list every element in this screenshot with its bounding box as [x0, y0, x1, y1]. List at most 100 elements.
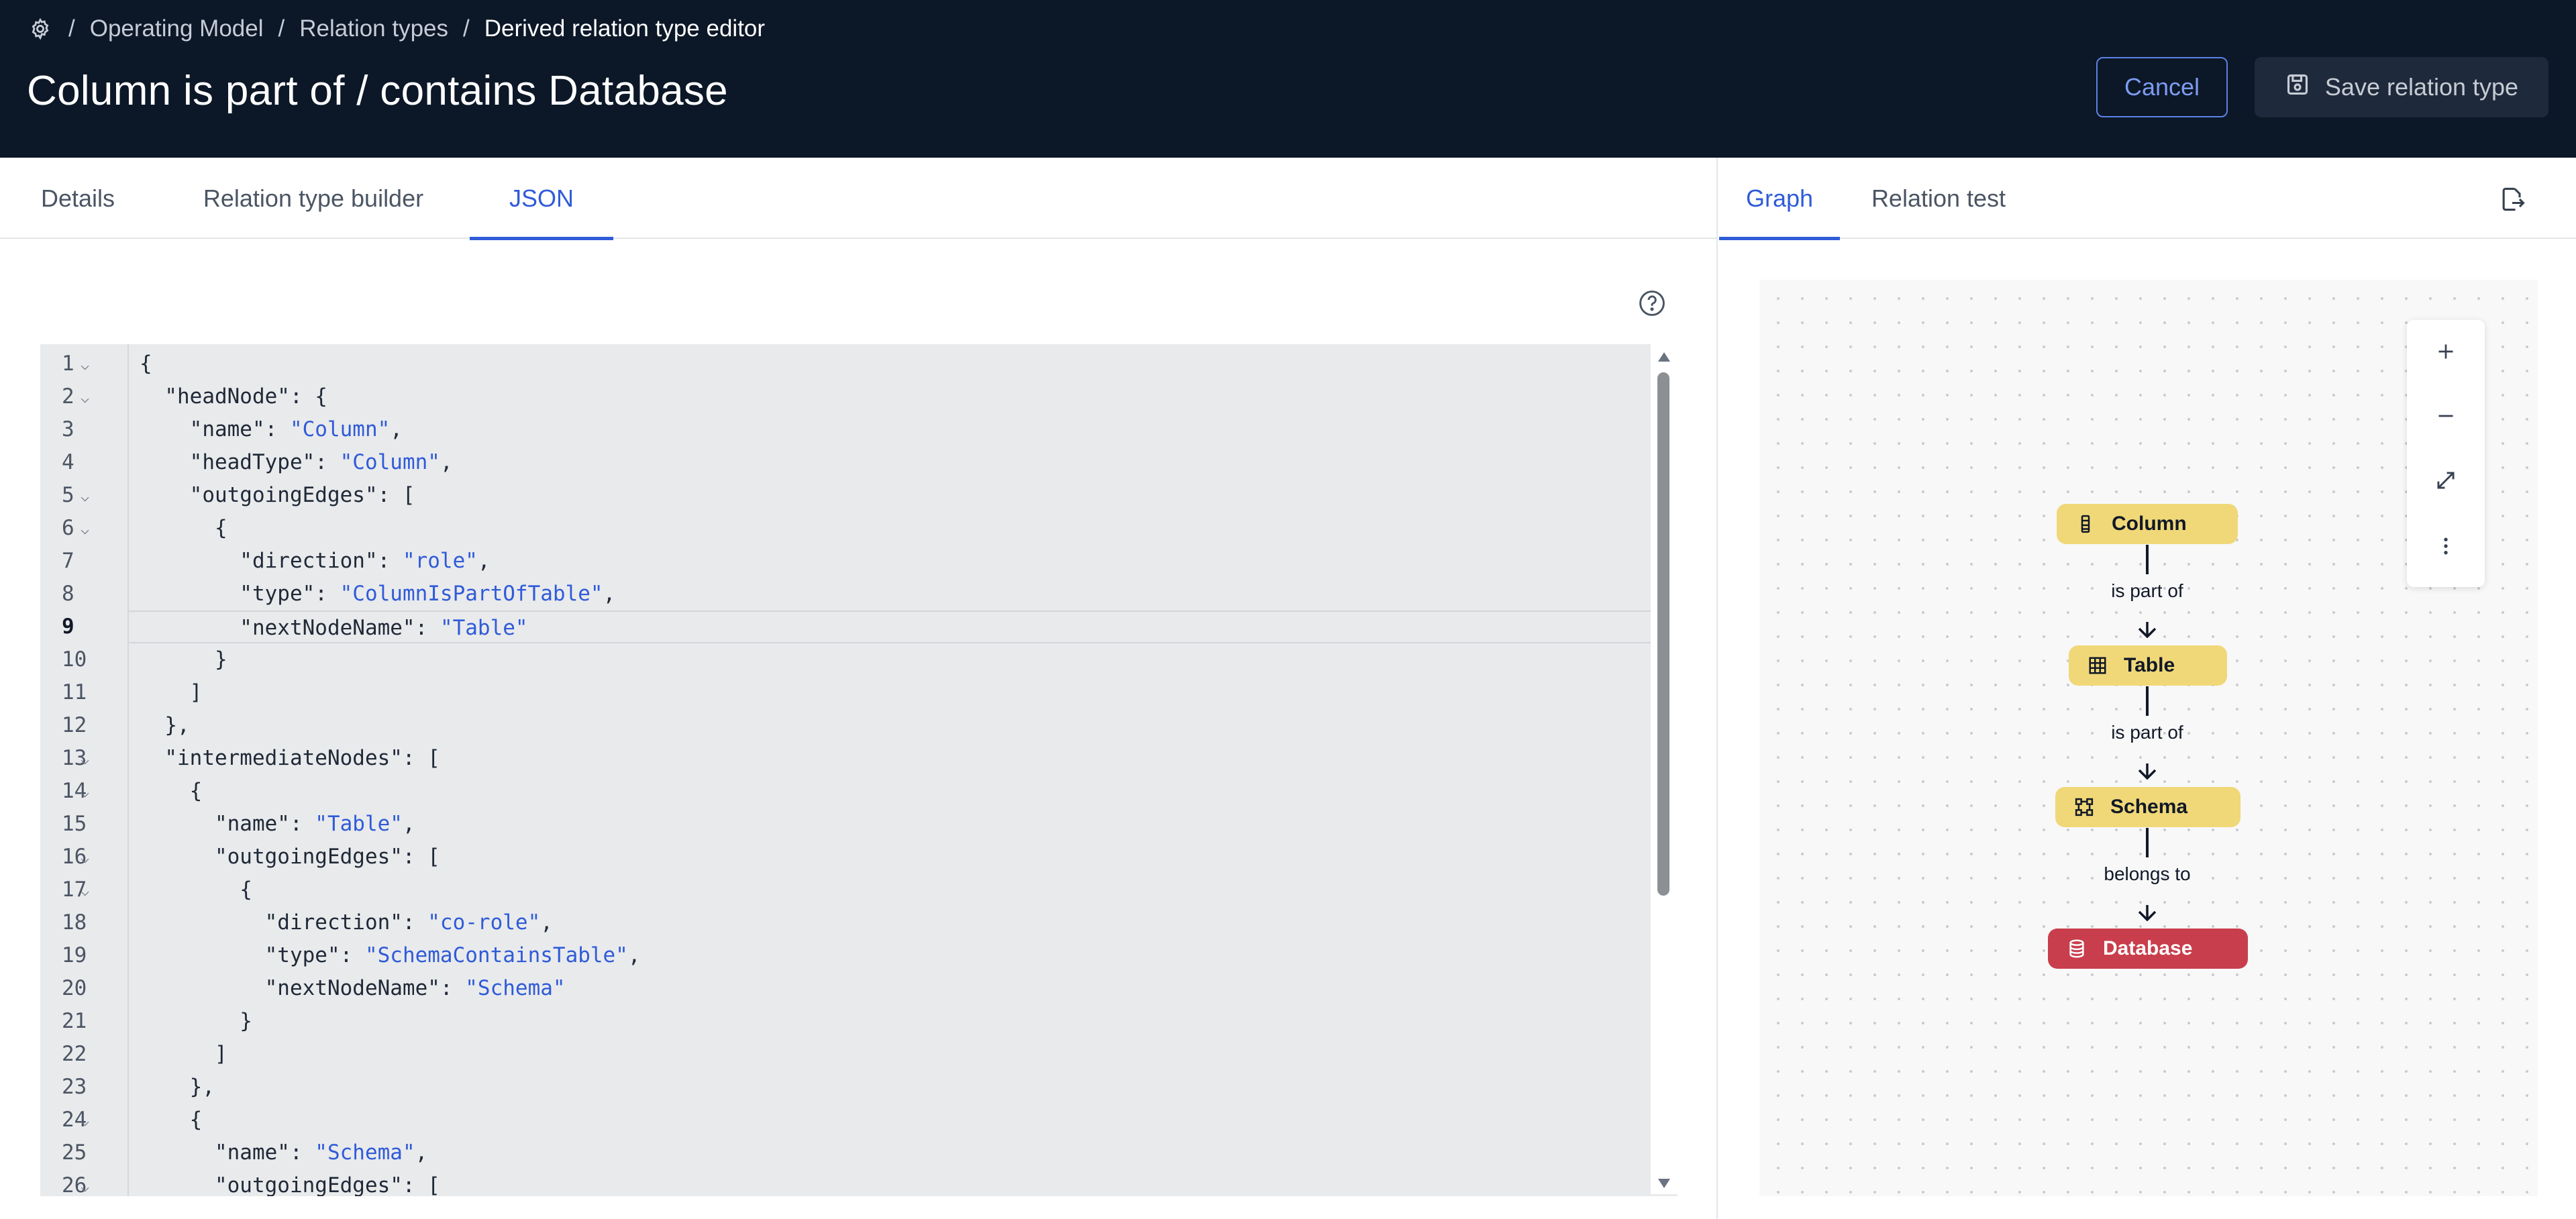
fold-chevron-icon[interactable]: ⌵	[81, 776, 89, 809]
code-line[interactable]: "nextNodeName": "Schema"	[129, 972, 1678, 1005]
code-line[interactable]: "headNode": {	[129, 380, 1678, 413]
code-string-literal: "Table"	[440, 616, 528, 640]
code-token: ,	[390, 417, 403, 441]
graph-node-schema[interactable]: Schema	[2055, 787, 2240, 827]
save-relation-type-button[interactable]: Save relation type	[2255, 57, 2548, 117]
code-line[interactable]: },	[129, 1071, 1678, 1104]
fold-chevron-icon[interactable]: ⌵	[81, 1105, 89, 1138]
code-line[interactable]: "name": "Schema",	[129, 1136, 1678, 1169]
line-number: 13 ⌵	[40, 742, 129, 775]
code-token: "headType":	[140, 450, 340, 474]
scroll-down-arrow-icon[interactable]	[1656, 1175, 1672, 1191]
line-number-text: 7	[62, 549, 74, 573]
code-area[interactable]: { "headNode": { "name": "Column", "headT…	[129, 344, 1678, 1196]
code-line[interactable]: "outgoingEdges": [	[129, 1169, 1678, 1196]
code-line[interactable]: }	[129, 1005, 1678, 1038]
code-line[interactable]: {	[129, 775, 1678, 808]
tab-relation-test[interactable]: Relation test	[1861, 158, 2016, 239]
arrow-down-icon	[2138, 622, 2157, 638]
editor-scrollbar-thumb[interactable]	[1657, 372, 1669, 896]
cancel-button[interactable]: Cancel	[2096, 57, 2228, 117]
code-token: ]	[140, 680, 203, 704]
gear-icon[interactable]	[27, 15, 54, 42]
line-number-text: 5	[62, 483, 74, 507]
line-number: 1 ⌵	[40, 348, 129, 380]
zoom-out-icon[interactable]	[2407, 384, 2485, 447]
line-number-text: 3	[62, 417, 74, 441]
graph-node-database[interactable]: Database	[2048, 929, 2248, 969]
arrow-down-icon	[2138, 763, 2157, 780]
line-number: 5 ⌵	[40, 479, 129, 512]
tab-graph[interactable]: Graph	[1719, 158, 1840, 240]
json-code-editor[interactable]: 1 ⌵ 2 ⌵ 3 4 5 ⌵ 6 ⌵ 7 8 9 10 11 12 13 ⌵ 14 ⌵ 15 16 ⌵ 17 ⌵ 18 19 20 2…	[40, 344, 1678, 1196]
code-token: "direction":	[140, 910, 428, 935]
line-number-text: 6	[62, 516, 74, 540]
help-icon[interactable]	[1637, 288, 1667, 318]
export-icon[interactable]	[2497, 184, 2527, 214]
graph-edge-label: is part of	[2111, 580, 2183, 601]
fold-chevron-icon[interactable]: ⌵	[81, 842, 89, 875]
code-token: "name":	[140, 417, 290, 441]
line-number: 4	[40, 446, 129, 479]
code-token: ,	[415, 1141, 428, 1165]
breadcrumb-relation-types[interactable]: Relation types	[299, 15, 448, 42]
tab-relation-type-builder[interactable]: Relation type builder	[197, 158, 429, 239]
code-line[interactable]: {	[129, 512, 1678, 545]
fold-chevron-icon[interactable]: ⌵	[81, 743, 89, 776]
line-number-text: 20	[62, 976, 87, 1000]
code-token: "outgoingEdges": [	[140, 483, 415, 507]
code-line[interactable]: "nextNodeName": "Table"	[129, 611, 1678, 643]
code-line[interactable]: "intermediateNodes": [	[129, 742, 1678, 775]
fit-view-icon[interactable]	[2407, 449, 2485, 512]
code-line[interactable]: {	[129, 1104, 1678, 1136]
code-line[interactable]: "name": "Table",	[129, 808, 1678, 841]
code-line[interactable]: "headType": "Column",	[129, 446, 1678, 479]
code-line[interactable]: "name": "Column",	[129, 413, 1678, 446]
code-token: {	[140, 1108, 203, 1132]
code-line[interactable]: },	[129, 709, 1678, 742]
scroll-up-arrow-icon[interactable]	[1656, 349, 1672, 365]
fold-chevron-icon[interactable]: ⌵	[81, 349, 89, 382]
graph-node-label: Schema	[2110, 796, 2188, 818]
graph-node-column[interactable]: Column	[2057, 504, 2238, 544]
tab-details[interactable]: Details	[40, 158, 115, 239]
more-options-icon[interactable]	[2407, 515, 2485, 578]
code-token: "type":	[140, 582, 340, 606]
breadcrumb: / Operating Model / Relation types / Der…	[27, 12, 765, 46]
code-line[interactable]: "direction": "co-role",	[129, 906, 1678, 939]
code-token: {	[140, 878, 252, 902]
tab-json[interactable]: JSON	[470, 158, 613, 240]
graph-canvas[interactable]: Column is part of Table is part of Schem…	[1759, 280, 2538, 1196]
code-string-literal: "Schema"	[315, 1141, 415, 1165]
code-line[interactable]: ]	[129, 1038, 1678, 1071]
code-line[interactable]: "type": "ColumnIsPartOfTable",	[129, 578, 1678, 611]
save-icon	[2285, 72, 2310, 103]
line-number: 14 ⌵	[40, 775, 129, 808]
line-number: 26 ⌵	[40, 1169, 129, 1196]
fold-chevron-icon[interactable]: ⌵	[81, 382, 89, 415]
zoom-in-icon[interactable]	[2407, 320, 2485, 383]
right-tabs: Graph Relation test	[1719, 158, 2576, 240]
breadcrumb-separator: /	[68, 15, 75, 42]
code-line[interactable]: {	[129, 348, 1678, 380]
code-line[interactable]: "outgoingEdges": [	[129, 479, 1678, 512]
code-line[interactable]: {	[129, 873, 1678, 906]
fold-chevron-icon[interactable]: ⌵	[81, 875, 89, 908]
line-number: 21	[40, 1005, 129, 1038]
code-line[interactable]: }	[129, 643, 1678, 676]
graph-edge-line	[2146, 545, 2149, 574]
code-line[interactable]: "type": "SchemaContainsTable",	[129, 939, 1678, 972]
line-number: 22	[40, 1038, 129, 1071]
code-token: "nextNodeName":	[140, 976, 466, 1000]
line-number: 17 ⌵	[40, 873, 129, 906]
code-line[interactable]: "direction": "role",	[129, 545, 1678, 578]
fold-chevron-icon[interactable]: ⌵	[81, 480, 89, 513]
fold-chevron-icon[interactable]: ⌵	[81, 1171, 89, 1196]
breadcrumb-operating-model[interactable]: Operating Model	[90, 15, 264, 42]
code-line[interactable]: ]	[129, 676, 1678, 709]
code-token: {	[140, 779, 203, 803]
code-line[interactable]: "outgoingEdges": [	[129, 841, 1678, 873]
code-string-literal: "ColumnIsPartOfTable"	[340, 582, 603, 606]
graph-node-table[interactable]: Table	[2069, 645, 2227, 686]
fold-chevron-icon[interactable]: ⌵	[81, 513, 89, 546]
